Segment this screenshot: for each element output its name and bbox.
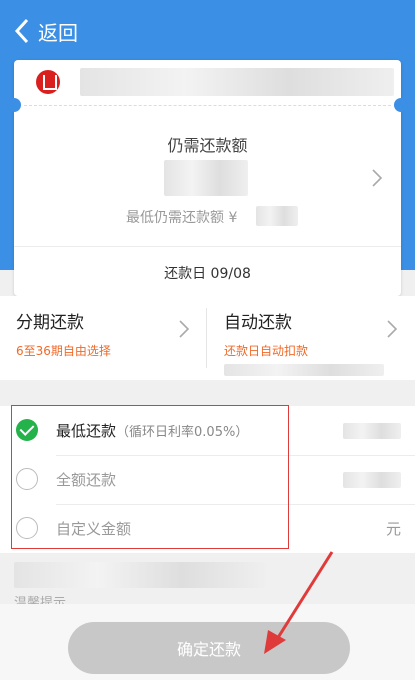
auto-repay-option[interactable]: 自动还款 还款日自动扣款 xyxy=(208,296,415,380)
installment-title: 分期还款 xyxy=(16,313,84,333)
installment-subtitle: 6至36期自由选择 xyxy=(16,344,111,358)
options-separator xyxy=(206,308,207,368)
card-notch-left xyxy=(7,98,21,112)
back-button[interactable]: 返回 xyxy=(14,14,78,48)
bill-card[interactable]: 仍需还款额 最低仍需还款额 ¥ 还款日 09/08 xyxy=(7,60,408,296)
min-repay-text: 最低还款 xyxy=(56,422,117,440)
bank-logo-icon xyxy=(36,70,60,94)
auto-repay-subtitle: 还款日自动扣款 xyxy=(224,344,309,358)
min-repay-note: （循环日利率0.05%） xyxy=(116,425,249,440)
full-repay-row[interactable]: 全额还款 xyxy=(0,455,415,504)
tip-label: 温馨提示 xyxy=(14,596,67,604)
min-repay-label: 最低还款（循环日利率0.05%） xyxy=(56,420,248,441)
radio-circle-icon[interactable] xyxy=(16,468,38,490)
card-notch-right xyxy=(394,98,408,112)
blurred-min-amount xyxy=(256,206,298,226)
footer-bar: 确定还款 xyxy=(0,604,415,680)
checkmark-circle-icon[interactable] xyxy=(16,419,38,441)
card-dashed-divider xyxy=(24,105,391,106)
confirm-repay-button[interactable]: 确定还款 xyxy=(68,622,350,674)
due-date: 还款日 09/08 xyxy=(164,266,251,282)
repay-options: 分期还款 6至36期自由选择 自动还款 还款日自动扣款 xyxy=(0,296,415,380)
blurred-bank-name xyxy=(80,68,394,96)
currency-unit: 元 xyxy=(385,520,401,538)
full-repay-label: 全额还款 xyxy=(56,471,117,489)
custom-amount-label: 自定义金额 xyxy=(56,520,132,538)
remaining-amount-label: 仍需还款额 xyxy=(167,136,248,155)
installment-option[interactable]: 分期还款 6至36期自由选择 xyxy=(0,296,207,380)
blurred-amount xyxy=(343,472,401,488)
card-divider xyxy=(14,246,401,247)
chevron-right-icon xyxy=(179,320,189,338)
blurred-auto-info xyxy=(224,364,384,376)
auto-repay-title: 自动还款 xyxy=(224,313,292,333)
chevron-left-icon xyxy=(14,18,29,44)
min-payment-label: 最低仍需还款额 ¥ xyxy=(126,210,238,226)
card-header xyxy=(14,60,401,106)
min-repay-row[interactable]: 最低还款（循环日利率0.05%） xyxy=(0,406,415,455)
blurred-remaining-amount xyxy=(164,160,248,196)
custom-amount-row[interactable]: 自定义金额 元 xyxy=(0,504,415,553)
chevron-right-icon xyxy=(372,169,383,187)
back-label: 返回 xyxy=(38,20,78,45)
chevron-right-icon xyxy=(387,320,397,338)
repay-amount-list: 最低还款（循环日利率0.05%） 全额还款 自定义金额 元 xyxy=(0,406,415,553)
radio-circle-icon[interactable] xyxy=(16,517,38,539)
blurred-notice xyxy=(14,562,266,588)
blurred-amount xyxy=(343,423,401,439)
